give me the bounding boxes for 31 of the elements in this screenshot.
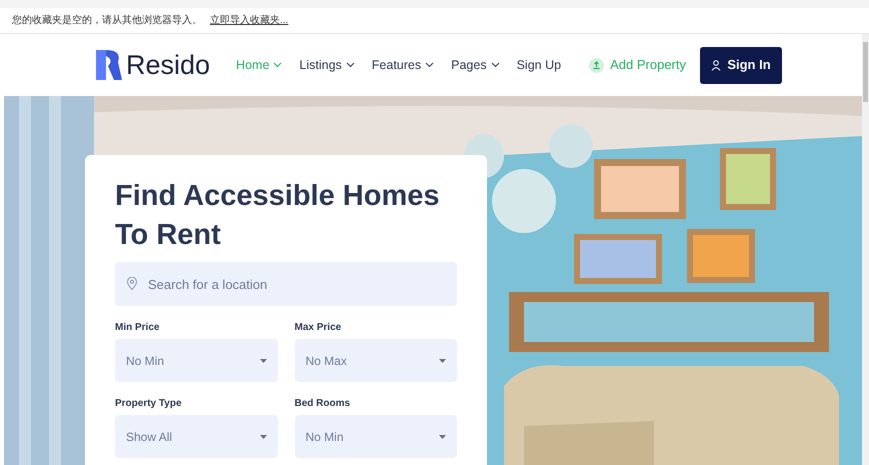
chevron-down-icon xyxy=(273,62,282,68)
hero-title: Find Accessible Homes To Rent xyxy=(115,179,440,253)
dropdown-caret-icon xyxy=(260,434,266,438)
filter-label: Min Price xyxy=(115,321,160,335)
filter-label: Bed Rooms xyxy=(294,397,352,411)
location-search-field[interactable]: Search for a location xyxy=(115,262,457,306)
brand-name: Resido xyxy=(126,48,210,82)
nav-link[interactable]: Features xyxy=(372,56,434,74)
filter-select[interactable]: No Min xyxy=(115,339,278,382)
upload-icon xyxy=(589,58,604,72)
bookmarks-empty-message: 您的收藏夹是空的，请从其他浏览器导入。 xyxy=(12,14,202,28)
filter-label: Max Price xyxy=(294,321,342,335)
nav-link[interactable]: Pages xyxy=(451,56,500,74)
nav-link[interactable]: Listings xyxy=(299,56,355,74)
sign-in-button[interactable]: Sign In xyxy=(700,46,782,84)
nav-link[interactable]: Sign Up xyxy=(516,56,562,74)
user-icon xyxy=(711,60,722,70)
scrollbar-thumb[interactable] xyxy=(863,42,868,102)
filter-select[interactable]: Show All xyxy=(115,415,278,458)
filter-select[interactable]: No Max xyxy=(294,339,457,382)
import-bookmarks-link[interactable]: 立即导入收藏夹... xyxy=(210,13,288,28)
chevron-down-icon xyxy=(425,62,434,68)
chevron-down-icon xyxy=(346,62,355,68)
dropdown-caret-icon xyxy=(260,358,266,362)
dropdown-caret-icon xyxy=(439,434,446,438)
location-pin-icon xyxy=(127,277,137,290)
filter-label: Property Type xyxy=(115,397,182,411)
chevron-down-icon xyxy=(490,62,500,68)
filter-select[interactable]: No Min xyxy=(294,415,457,458)
logo-icon xyxy=(96,50,122,80)
dropdown-caret-icon xyxy=(439,358,446,362)
